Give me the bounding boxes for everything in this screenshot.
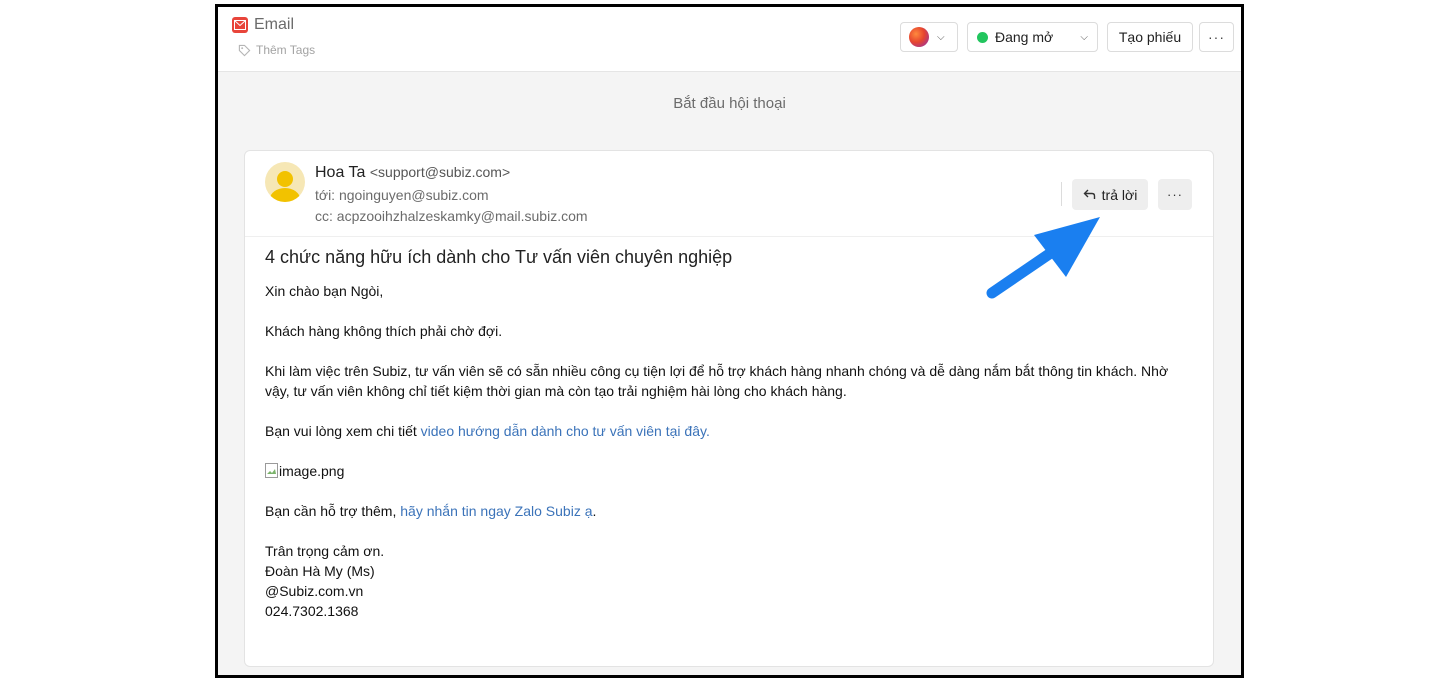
broken-image: image.png bbox=[265, 461, 1193, 481]
sender-name: Hoa Ta bbox=[315, 164, 366, 181]
broken-image-icon bbox=[265, 463, 278, 478]
top-bar: Email Thêm Tags ⌵ Đang mở ⌵ Tạo phiếu ··… bbox=[218, 7, 1241, 72]
sender-email: <support@subiz.com> bbox=[369, 164, 511, 180]
recipient-to: tới: ngoinguyen@subiz.com bbox=[315, 187, 489, 203]
signature-name: Đoàn Hà My (Ms) bbox=[265, 563, 375, 579]
blue-pointer-arrow-icon bbox=[986, 217, 1100, 299]
sender-line: Hoa Ta <support@subiz.com> bbox=[315, 164, 510, 182]
email-more-button[interactable]: ··· bbox=[1158, 179, 1192, 210]
divider bbox=[1061, 182, 1062, 206]
paragraph-text: Bạn vui lòng xem chi tiết bbox=[265, 423, 421, 439]
signature: Trân trọng cảm ơn. Đoàn Hà My (Ms) @Subi… bbox=[265, 541, 1193, 621]
recipient-cc: cc: acpzooihzhalzeskamky@mail.subiz.com bbox=[315, 208, 588, 224]
chevron-down-icon: ⌵ bbox=[1080, 31, 1088, 43]
paragraph-text: . bbox=[592, 503, 597, 519]
add-tags[interactable]: Thêm Tags bbox=[238, 43, 315, 57]
paragraph: Bạn cần hỗ trợ thêm, hãy nhắn tin ngay Z… bbox=[265, 501, 1193, 521]
reply-label: trả lời bbox=[1101, 186, 1138, 203]
assignee-select[interactable]: ⌵ bbox=[900, 22, 958, 52]
zalo-link[interactable]: hãy nhắn tin ngay Zalo Subiz ạ bbox=[400, 503, 592, 519]
paragraph: Khách hàng không thích phải chờ đợi. bbox=[265, 323, 503, 339]
tag-icon bbox=[238, 44, 251, 56]
paragraph: Bạn vui lòng xem chi tiết video hướng dẫ… bbox=[265, 421, 1193, 441]
image-alt-text: image.png bbox=[279, 463, 345, 479]
paragraph-text: Bạn cần hỗ trợ thêm, bbox=[265, 503, 401, 519]
sender-avatar bbox=[265, 162, 305, 202]
status-label: Đang mở bbox=[995, 29, 1054, 45]
conversation-start-label: Bắt đầu hội thoại bbox=[673, 95, 786, 112]
sign-off: Trân trọng cảm ơn. bbox=[265, 543, 385, 559]
create-ticket-button[interactable]: Tạo phiếu bbox=[1107, 22, 1193, 52]
assignee-avatar bbox=[909, 27, 929, 47]
signature-site: @Subiz.com.vn bbox=[265, 583, 364, 599]
app-title: Email bbox=[232, 16, 294, 34]
reply-icon bbox=[1083, 189, 1095, 199]
add-tags-label: Thêm Tags bbox=[256, 43, 316, 57]
tutorial-video-link[interactable]: video hướng dẫn dành cho tư vấn viên tại… bbox=[421, 423, 710, 439]
header-more-button[interactable]: ··· bbox=[1199, 22, 1234, 52]
paragraph: Khi làm việc trên Subiz, tư vấn viên sẽ … bbox=[265, 363, 1169, 399]
status-select[interactable]: Đang mở ⌵ bbox=[967, 22, 1098, 52]
chevron-down-icon: ⌵ bbox=[937, 31, 945, 43]
email-icon bbox=[232, 17, 248, 33]
app-title-text: Email bbox=[254, 16, 295, 33]
signature-phone: 024.7302.1368 bbox=[265, 603, 359, 619]
email-window: Email Thêm Tags ⌵ Đang mở ⌵ Tạo phiếu ··… bbox=[215, 4, 1244, 678]
status-dot-icon bbox=[977, 31, 988, 43]
